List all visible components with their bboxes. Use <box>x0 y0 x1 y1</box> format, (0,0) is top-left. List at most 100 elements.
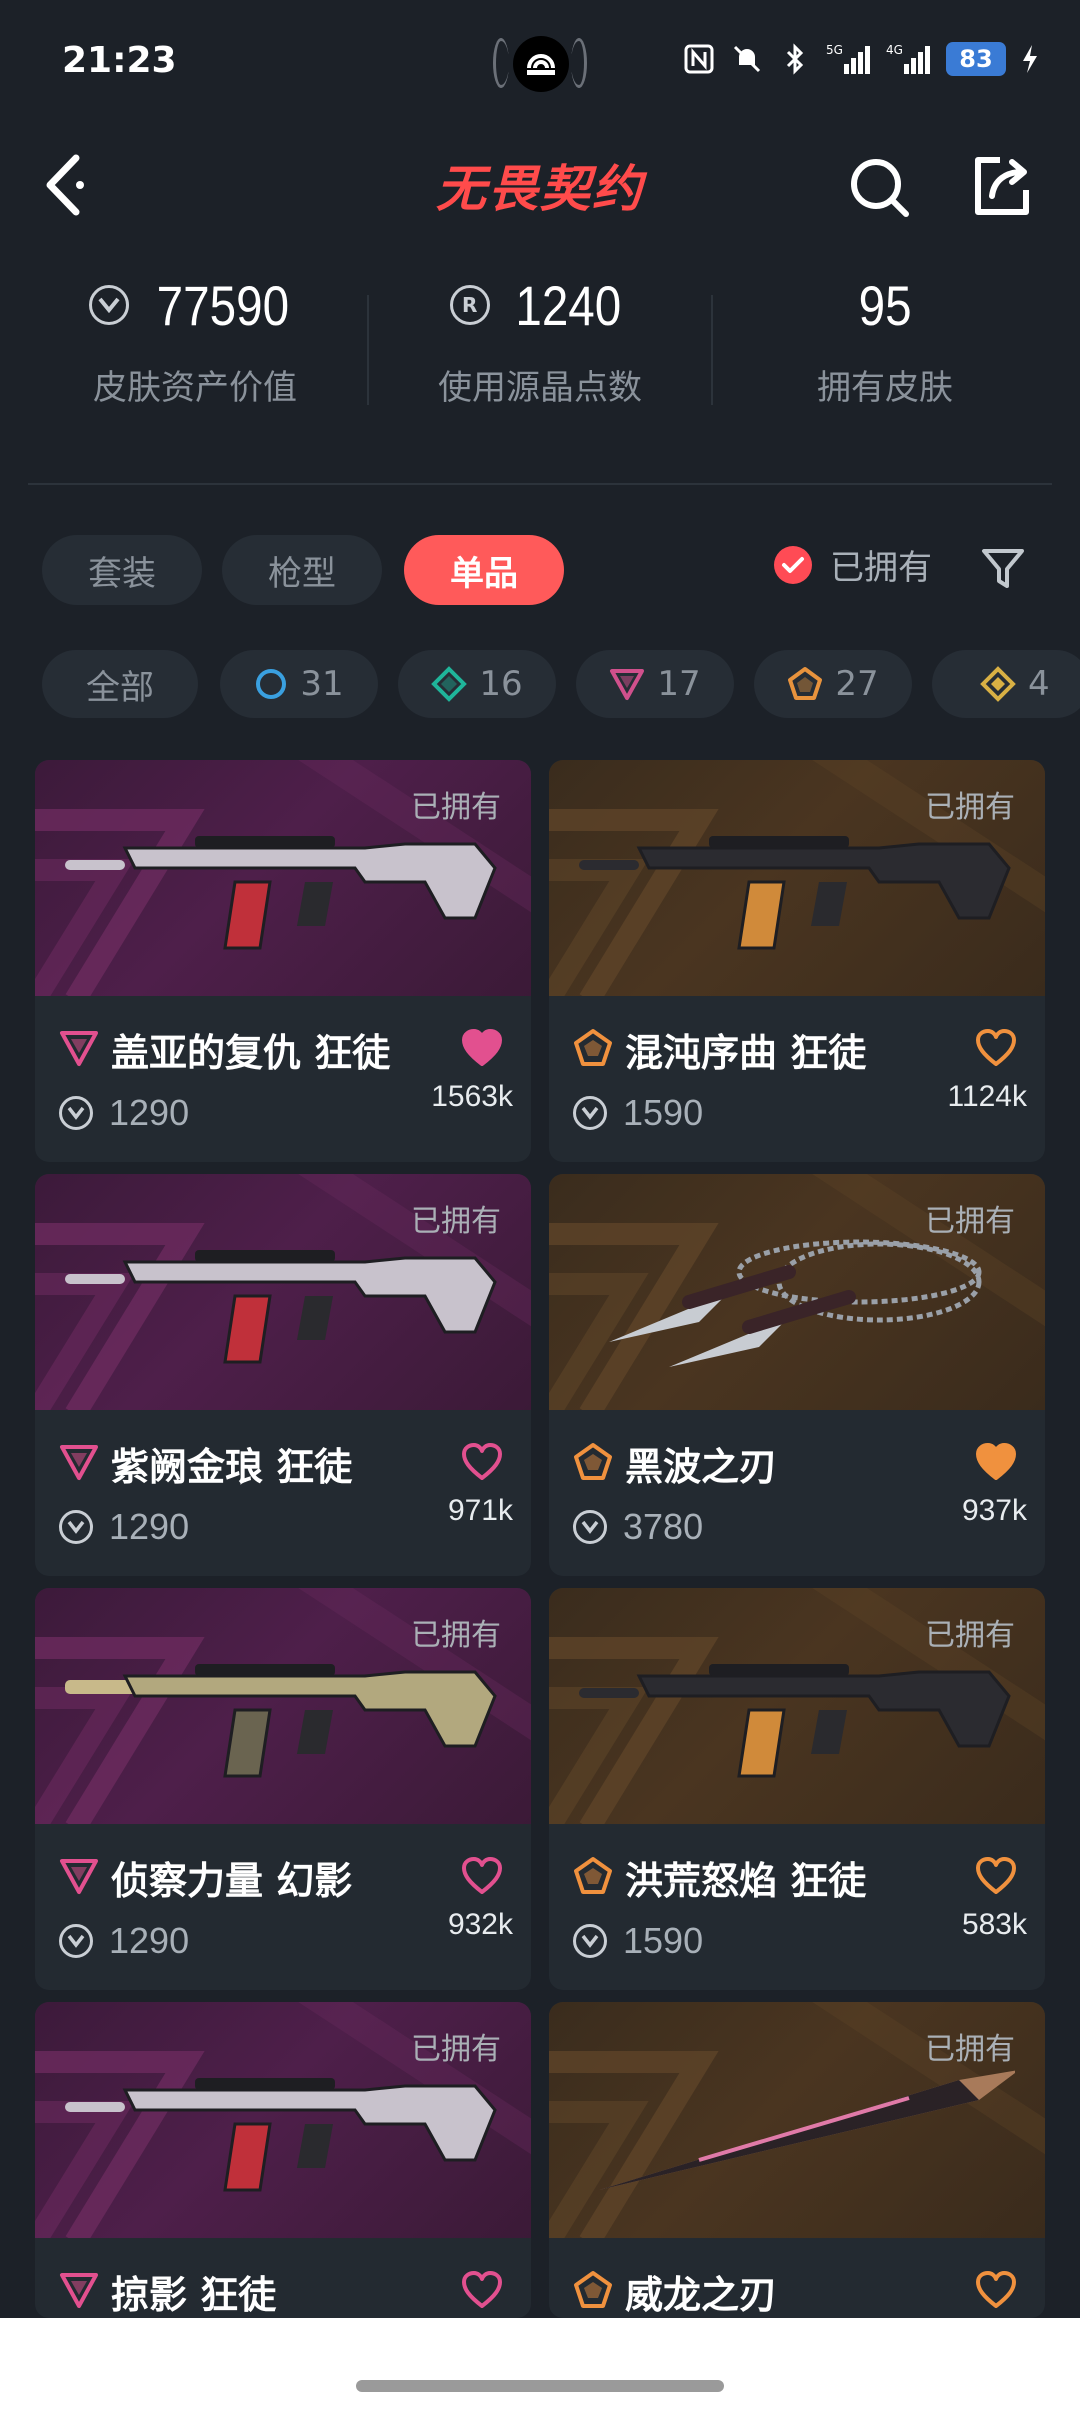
status-icons: 5G 4G 83 <box>682 42 1040 76</box>
owned-tag: 已拥有 <box>411 1618 501 1653</box>
skin-name: 洪荒怒焰 狂徒 <box>625 1859 867 1903</box>
skin-info: 洪荒怒焰 狂徒 1590 583k <box>549 1824 1045 1990</box>
status-time: 21:23 <box>62 40 177 81</box>
skin-info: 掠影 狂徒 <box>35 2238 531 2318</box>
like-count: 971k <box>447 1494 513 1527</box>
premium-tier-icon <box>59 1028 99 1068</box>
tier-filter-count: 4 <box>1028 664 1050 704</box>
stat-label: 皮肤资产价值 <box>93 368 297 408</box>
price-value: 1290 <box>109 1920 190 1961</box>
premium-tier-icon <box>59 1442 99 1482</box>
skin-name: 侦察力量 幻影 <box>111 1859 353 1903</box>
skin-card[interactable]: 已拥有 混沌序曲 狂徒 1590 1124k <box>549 760 1045 1162</box>
price-value: 3780 <box>623 1506 704 1547</box>
skin-image: 已拥有 <box>549 2002 1045 2238</box>
charging-icon <box>1020 42 1040 76</box>
owned-filter-toggle[interactable]: 已拥有 <box>774 540 932 589</box>
price-value: 1590 <box>623 1920 704 1961</box>
skin-price: 1290 <box>59 1920 189 1962</box>
skin-price: 1590 <box>573 1092 703 1134</box>
share-icon <box>975 157 1029 215</box>
skin-card[interactable]: 已拥有 紫阙金琅 狂徒 1290 971k <box>35 1174 531 1576</box>
heart-filled-icon[interactable] <box>975 1442 1017 1482</box>
heart-outline-icon[interactable] <box>461 1442 503 1482</box>
price-value: 1290 <box>109 1092 190 1133</box>
stat-label: 拥有皮肤 <box>817 368 953 408</box>
nfc-icon <box>682 42 716 76</box>
share-button[interactable] <box>970 154 1034 218</box>
tier-filter-count: 16 <box>479 664 523 704</box>
filter-button[interactable] <box>980 546 1026 592</box>
vp-coin-icon <box>89 285 130 325</box>
ultra-tier-icon <box>573 1856 613 1896</box>
signal-4g-icon: 4G <box>886 42 932 76</box>
app-logo: 无畏契约 <box>436 160 644 218</box>
vp-coin-icon <box>573 1510 607 1544</box>
owned-tag: 已拥有 <box>925 1204 1015 1239</box>
skin-image: 已拥有 <box>35 760 531 996</box>
vp-coin-icon <box>573 1924 607 1958</box>
tier-filter-deluxe[interactable]: 16 <box>398 650 556 718</box>
skin-info: 黑波之刃 3780 937k <box>549 1410 1045 1576</box>
ultra-tier-icon <box>573 1028 613 1068</box>
stat-value: 77590 <box>156 273 290 337</box>
tab-bundle[interactable]: 套装 <box>42 535 202 605</box>
skin-card[interactable]: 已拥有 洪荒怒焰 狂徒 1590 583k <box>549 1588 1045 1990</box>
owned-tag: 已拥有 <box>411 790 501 825</box>
skin-info: 侦察力量 幻影 1290 932k <box>35 1824 531 1990</box>
back-arrow-icon <box>46 154 84 216</box>
skin-card[interactable]: 已拥有黑波之刃 3780 937k <box>549 1174 1045 1576</box>
skin-card[interactable]: 已拥有威龙之刃 <box>549 2002 1045 2318</box>
select-tier-icon <box>256 669 287 699</box>
filter-funnel-icon <box>982 549 1024 588</box>
skin-name: 威龙之刃 <box>625 2273 778 2317</box>
tier-filter-exclusive[interactable]: 4 <box>932 650 1080 718</box>
deluxe-tier-icon <box>431 666 468 702</box>
heart-filled-icon[interactable] <box>461 1028 503 1068</box>
checkbox-checked-icon[interactable] <box>774 545 812 584</box>
navigation-bar <box>0 2318 1080 2414</box>
skin-info: 威龙之刃 <box>549 2238 1045 2318</box>
svg-text:5G: 5G <box>826 43 843 57</box>
ultra-tier-icon <box>573 2270 613 2310</box>
skin-name: 混沌序曲 狂徒 <box>625 1031 867 1075</box>
hotspot-icon <box>513 36 569 92</box>
stat-owned-skins: 95 拥有皮肤 <box>715 270 1055 440</box>
exclusive-tier-icon <box>980 666 1016 702</box>
owned-tag: 已拥有 <box>925 2032 1015 2067</box>
premium-tier-icon <box>610 669 645 700</box>
tab-weapon-type[interactable]: 枪型 <box>222 535 382 605</box>
tier-filter-premium[interactable]: 17 <box>576 650 734 718</box>
vp-coin-icon <box>59 1510 93 1544</box>
stat-label: 使用源晶点数 <box>438 368 642 408</box>
section-divider <box>28 483 1052 485</box>
skin-image: 已拥有 <box>549 1588 1045 1824</box>
battery-indicator: 83 <box>946 42 1006 76</box>
tier-filter-ultra[interactable]: 27 <box>754 650 912 718</box>
price-value: 1590 <box>623 1092 704 1133</box>
tab-single-item[interactable]: 单品 <box>404 535 564 605</box>
tier-filter-all[interactable]: 全部 <box>42 650 198 718</box>
heart-outline-icon[interactable] <box>975 2270 1017 2310</box>
stat-value: 95 <box>858 273 912 337</box>
skin-card[interactable]: 已拥有 掠影 狂徒 <box>35 2002 531 2318</box>
vp-coin-icon <box>59 1924 93 1958</box>
home-indicator[interactable] <box>356 2380 724 2392</box>
divider <box>711 295 713 405</box>
like-count: 937k <box>961 1494 1027 1527</box>
heart-outline-icon[interactable] <box>975 1028 1017 1068</box>
vp-coin-icon <box>573 1096 607 1130</box>
tier-filter-select[interactable]: 31 <box>220 650 378 718</box>
back-button[interactable] <box>40 152 100 218</box>
search-button[interactable] <box>848 156 912 220</box>
skin-card[interactable]: 已拥有 侦察力量 幻影 1290 932k <box>35 1588 531 1990</box>
skin-image: 已拥有 <box>549 760 1045 996</box>
owned-tag: 已拥有 <box>925 1618 1015 1653</box>
heart-outline-icon[interactable] <box>975 1856 1017 1896</box>
heart-outline-icon[interactable] <box>461 1856 503 1896</box>
skin-name: 黑波之刃 <box>625 1445 778 1489</box>
heart-outline-icon[interactable] <box>461 2270 503 2310</box>
skin-name: 盖亚的复仇 狂徒 <box>111 1031 391 1075</box>
search-icon <box>851 159 909 217</box>
skin-card[interactable]: 已拥有 盖亚的复仇 狂徒 1290 1563k <box>35 760 531 1162</box>
